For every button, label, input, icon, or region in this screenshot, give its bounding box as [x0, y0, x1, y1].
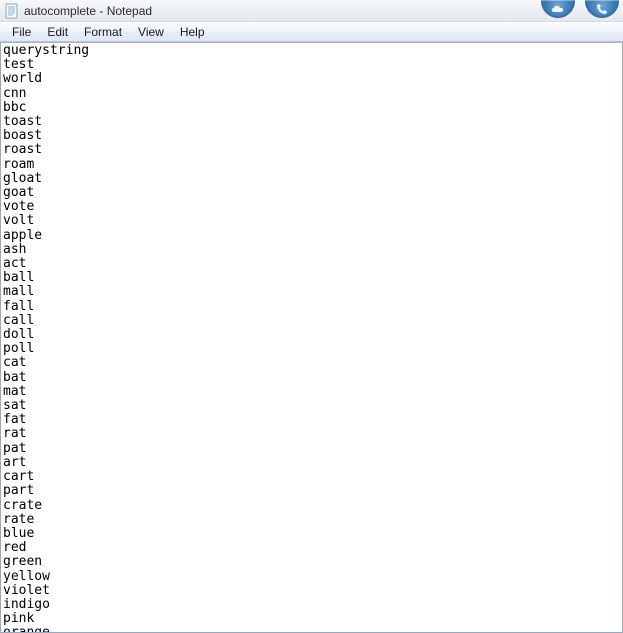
menu-view[interactable]: View — [130, 24, 172, 40]
text-editor[interactable] — [1, 43, 622, 632]
titlebar-extras — [541, 0, 619, 22]
menu-edit[interactable]: Edit — [39, 24, 76, 40]
window-title: autocomplete - Notepad — [24, 4, 152, 18]
notepad-icon — [4, 3, 20, 19]
menu-help[interactable]: Help — [172, 24, 213, 40]
menu-format[interactable]: Format — [76, 24, 130, 40]
cloud-icon[interactable] — [541, 0, 575, 18]
titlebar: autocomplete - Notepad — [0, 0, 623, 22]
editor-frame — [0, 42, 623, 633]
menu-file[interactable]: File — [4, 24, 39, 40]
phone-icon[interactable] — [585, 0, 619, 18]
menubar: File Edit Format View Help — [0, 22, 623, 42]
